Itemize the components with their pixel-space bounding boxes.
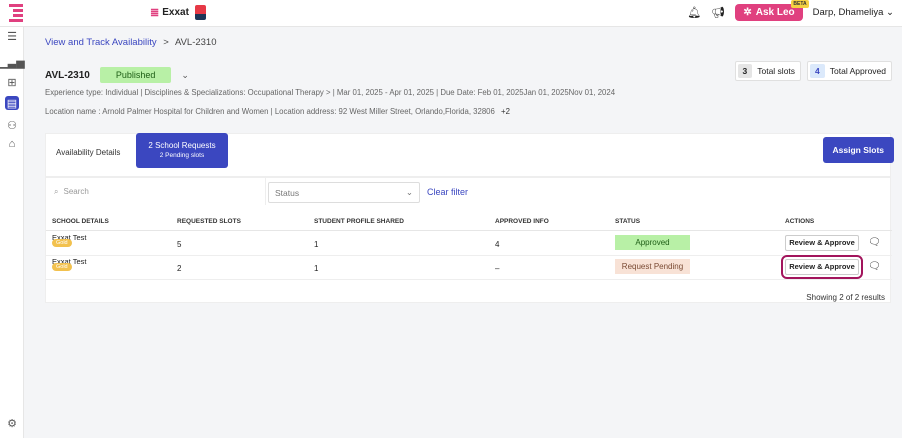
brand-badge-icon	[194, 5, 206, 20]
exxat-logo-icon[interactable]	[9, 4, 23, 22]
chevron-down-icon: ⌄	[886, 7, 894, 18]
assign-slots-button[interactable]: Assign Slots	[822, 137, 894, 163]
meta-line-2: Location name : Arnold Palmer Hospital f…	[45, 107, 510, 116]
clear-filter-link[interactable]: Clear filter	[427, 187, 468, 197]
people-icon[interactable]: ⚇	[5, 118, 19, 132]
document-icon[interactable]: ▤	[5, 96, 19, 110]
tier-badge: Gold	[52, 263, 72, 271]
chevron-down-icon[interactable]: ⌄	[181, 70, 189, 81]
search-input[interactable]: ⌕ Search	[46, 178, 266, 205]
page-title: AVL-2310	[45, 69, 90, 81]
settings-icon[interactable]: ⚙	[5, 416, 19, 430]
tab-school-requests[interactable]: 2 School Requests 2 Pending slots	[136, 133, 228, 168]
brand: ≣ Exxat	[150, 5, 206, 20]
column-header: STUDENT PROFILE SHARED	[314, 218, 404, 225]
total-approved-label: Total Approved	[829, 66, 886, 76]
table-row: Exxat Test Gold 5 1 4 Approved Review & …	[46, 232, 892, 256]
student-profile-shared: 1	[314, 264, 319, 273]
search-placeholder: Search	[63, 187, 89, 196]
analytics-icon[interactable]: ▁▃▅	[0, 55, 25, 69]
ask-leo-button[interactable]: ✲ Ask Leo BETA	[735, 0, 809, 21]
breadcrumb-current: AVL-2310	[174, 37, 217, 48]
tab-availability-details[interactable]: Availability Details	[56, 148, 120, 157]
comment-icon[interactable]: 🗨︎	[868, 261, 881, 272]
requested-slots: 2	[177, 264, 182, 273]
total-slots-count: 3	[737, 64, 753, 78]
review-approve-button[interactable]: Review & Approve	[781, 255, 863, 279]
beta-badge: BETA	[791, 0, 809, 8]
approved-info: 4	[495, 240, 500, 249]
breadcrumb-link[interactable]: View and Track Availability	[45, 37, 157, 48]
user-name: Darp, Dhameliya	[812, 7, 884, 18]
status-badge: Published	[99, 67, 172, 83]
status-filter-label: Status	[275, 187, 300, 198]
column-header: STATUS	[615, 218, 641, 225]
main-content: View and Track Availability > AVL-2310 A…	[35, 27, 897, 438]
user-menu[interactable]: Darp, Dhameliya ⌄	[813, 7, 894, 18]
column-header: SCHOOL DETAILS	[52, 218, 109, 225]
meta-line-1: Experience type: Individual | Discipline…	[45, 88, 616, 97]
more-locations-link[interactable]: +2	[501, 107, 510, 116]
requests-table: ⌕ Search Status ⌄ Clear filter SCHOOL DE…	[45, 177, 892, 303]
school-details: Exxat Test Gold	[52, 257, 86, 271]
breadcrumb-separator: >	[163, 37, 169, 48]
ask-leo-label: Ask Leo	[755, 7, 795, 18]
breadcrumb: View and Track Availability > AVL-2310	[45, 37, 217, 48]
comment-icon[interactable]: 🗨︎	[868, 237, 881, 248]
table-row: Exxat Test Gold 2 1 – Request Pending Re…	[46, 255, 892, 280]
tab-school-requests-label: 2 School Requests	[148, 141, 216, 150]
add-document-icon[interactable]: ⊞	[5, 75, 19, 89]
requested-slots: 5	[177, 240, 182, 249]
review-approve-button[interactable]: Review & Approve	[785, 235, 859, 251]
bell-icon[interactable]: 🔔︎	[687, 6, 701, 19]
sidebar: ☰ ▁▃▅ ⊞ ▤ ⚇ ⌂ ⚙	[0, 27, 25, 438]
chevron-down-icon: ⌄	[405, 187, 413, 197]
status-badge: Request Pending	[615, 259, 690, 274]
total-approved-stat: 4 Total Approved	[807, 61, 892, 81]
location-info: Location name : Arnold Palmer Hospital f…	[45, 107, 495, 116]
leo-icon: ✲	[743, 7, 752, 18]
brand-logo-icon: ≣	[150, 7, 160, 19]
student-profile-shared: 1	[314, 240, 319, 249]
column-header: ACTIONS	[785, 218, 815, 225]
stats: 3 Total slots 4 Total Approved	[734, 61, 892, 81]
status-filter[interactable]: Status ⌄	[268, 182, 420, 203]
total-slots-stat: 3 Total slots	[734, 61, 802, 81]
results-count: Showing 2 of 2 results	[806, 293, 885, 302]
brand-name: Exxat	[162, 7, 189, 18]
menu-icon[interactable]: ☰	[5, 29, 19, 43]
total-slots-label: Total slots	[757, 66, 796, 76]
megaphone-icon[interactable]: 📢︎	[711, 6, 725, 19]
column-header: APPROVED INFO	[495, 218, 549, 225]
approved-info: –	[495, 264, 500, 273]
graduation-cap-icon[interactable]: ⌂	[5, 137, 19, 151]
tab-pending-slots-label: 2 Pending slots	[159, 152, 205, 159]
status-badge: Approved	[615, 235, 690, 250]
column-header: REQUESTED SLOTS	[177, 218, 241, 225]
total-approved-count: 4	[810, 64, 825, 78]
search-icon: ⌕	[54, 186, 59, 196]
top-bar: ≣ Exxat 🔔︎ 📢︎ ✲ Ask Leo BETA Darp, Dhame…	[0, 0, 902, 27]
tier-badge: Gold	[52, 239, 72, 247]
school-details: Exxat Test Gold	[52, 233, 86, 247]
table-header: SCHOOL DETAILS REQUESTED SLOTS STUDENT P…	[46, 213, 892, 231]
